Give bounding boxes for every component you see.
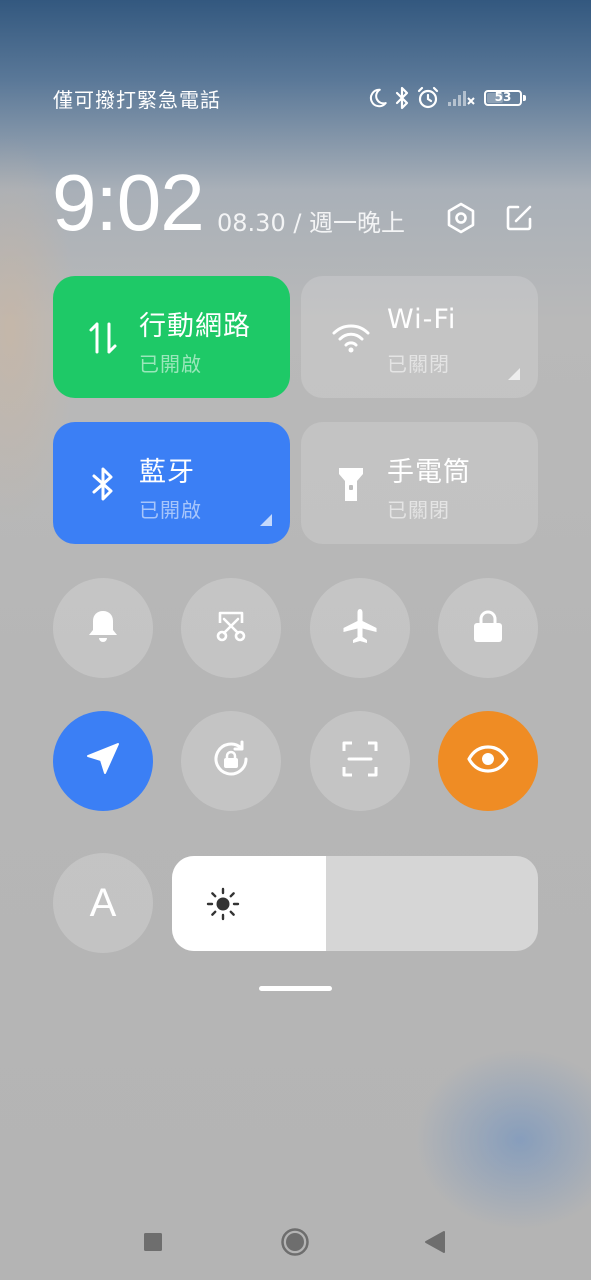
toggle-airplane[interactable] <box>310 578 410 678</box>
auto-brightness-label: A <box>89 880 117 925</box>
toggle-location[interactable] <box>53 711 153 811</box>
clock: 9:02 <box>52 158 205 247</box>
data-arrows-icon <box>83 318 123 358</box>
bluetooth-icon <box>83 464 123 504</box>
settings-button[interactable] <box>441 200 481 240</box>
flashlight-icon <box>331 464 371 504</box>
signal-icon <box>446 88 476 108</box>
brightness-fill[interactable] <box>172 856 326 951</box>
status-carrier-text: 僅可撥打緊急電話 <box>53 88 221 112</box>
brightness-slider[interactable] <box>172 856 538 951</box>
wifi-icon <box>331 318 371 358</box>
moon-icon <box>366 87 388 109</box>
hexagon-settings-icon <box>444 201 478 239</box>
recents-button[interactable] <box>131 1222 175 1266</box>
tile-mobile-data-status: 已開啟 <box>139 352 202 376</box>
date: 08.30 / 週一晚上 <box>217 209 406 237</box>
circle-icon <box>280 1227 310 1261</box>
lock-icon <box>471 608 505 648</box>
tile-mobile-data-title: 行動網路 <box>139 311 251 342</box>
auto-brightness-button[interactable]: A <box>53 853 153 953</box>
panel-drag-handle[interactable] <box>259 986 332 991</box>
edit-button[interactable] <box>499 200 539 240</box>
battery-percent: 53 <box>494 90 512 104</box>
back-button[interactable] <box>413 1222 457 1266</box>
toggle-screenshot[interactable] <box>181 578 281 678</box>
tile-wifi-title: Wi-Fi <box>387 304 457 335</box>
toggle-bell[interactable] <box>53 578 153 678</box>
tile-bluetooth-title: 藍牙 <box>139 457 195 488</box>
expand-corner-icon[interactable] <box>260 514 272 526</box>
tile-mobile-data[interactable]: 行動網路 已開啟 <box>53 276 290 398</box>
tile-flashlight-title: 手電筒 <box>387 457 471 488</box>
scan-icon <box>341 740 379 782</box>
bluetooth-icon <box>394 86 410 110</box>
tile-flashlight[interactable]: 手電筒 已關閉 <box>301 422 538 544</box>
scissors-icon <box>212 607 250 649</box>
toggle-reading-mode[interactable] <box>438 711 538 811</box>
expand-corner-icon[interactable] <box>508 368 520 380</box>
toggle-scanner[interactable] <box>310 711 410 811</box>
rotate-lock-icon <box>209 737 253 785</box>
tile-bluetooth-status: 已開啟 <box>139 498 202 522</box>
toggle-rotation-lock[interactable] <box>181 711 281 811</box>
square-icon <box>143 1232 163 1256</box>
home-button[interactable] <box>273 1222 317 1266</box>
location-arrow-icon <box>85 741 121 781</box>
status-icons: 53 <box>366 84 526 112</box>
tile-bluetooth[interactable]: 藍牙 已開啟 <box>53 422 290 544</box>
alarm-icon <box>416 86 440 110</box>
tile-wifi[interactable]: Wi-Fi 已關閉 <box>301 276 538 398</box>
bell-icon <box>85 607 121 649</box>
battery-icon: 53 <box>484 90 526 106</box>
tile-flashlight-status: 已關閉 <box>387 498 450 522</box>
edit-icon <box>504 203 534 237</box>
back-triangle-icon <box>424 1230 446 1258</box>
airplane-icon <box>340 606 380 650</box>
toggle-lock[interactable] <box>438 578 538 678</box>
tile-wifi-status: 已關閉 <box>387 352 450 376</box>
eye-icon <box>466 744 510 778</box>
sun-icon <box>205 886 241 922</box>
